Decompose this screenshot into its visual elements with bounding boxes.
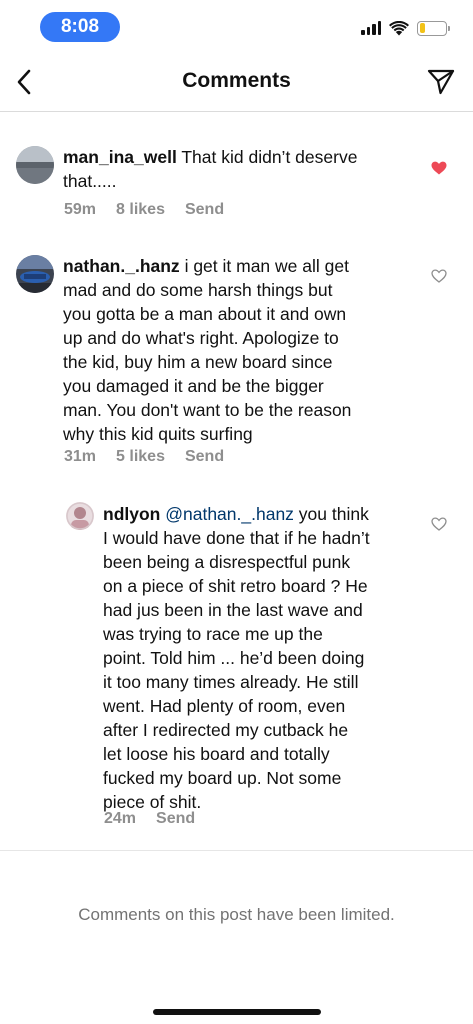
comment-item: man_ina_well That kid didn’t deserve tha…	[0, 112, 473, 232]
heart-outline-icon	[431, 517, 447, 531]
comment-body-line: went. Had plenty of room, even	[103, 696, 346, 716]
comment-meta: 59m 8 likes Send	[64, 201, 224, 219]
comment-body-line: fucked my board up. Not some	[103, 768, 342, 788]
send-button[interactable]: Send	[185, 201, 224, 219]
status-icons	[361, 18, 450, 38]
paper-plane-icon	[427, 69, 455, 95]
like-button[interactable]	[428, 265, 450, 287]
comment-body-line: I would have done that if he hadn’t	[103, 528, 370, 548]
comment-body-line: been being a disrespectful punk	[103, 552, 351, 572]
page-title: Comments	[182, 69, 291, 92]
send-button[interactable]: Send	[185, 448, 224, 466]
comment-body-line: man. You don't want to be the reason	[63, 400, 352, 420]
comment-body-line: was trying to race me up the	[103, 624, 323, 644]
comment-body-line: why this kid quits surfing	[63, 424, 253, 444]
comment-body-line: piece of shit.	[103, 792, 202, 812]
wifi-icon	[389, 20, 409, 35]
comment-body-line: let loose his board and totally	[103, 744, 330, 764]
comment-body-line: i get it man we all get	[184, 256, 349, 276]
comment-body-line: up and do what's right. Apologize to	[63, 328, 339, 348]
comment-body-line: on a piece of shit retro board ? He	[103, 576, 368, 596]
comment-body-line: mad and do some harsh things but	[63, 280, 333, 300]
comment-mention[interactable]: @nathan._.hanz	[165, 504, 294, 524]
comment-time: 59m	[64, 201, 97, 218]
avatar[interactable]	[16, 146, 54, 184]
comment-text: man_ina_well That kid didn’t deserve tha…	[63, 145, 423, 193]
comment-likes[interactable]: 5 likes	[116, 448, 165, 466]
comment-body-line: you think	[293, 504, 369, 524]
home-indicator[interactable]	[153, 1009, 321, 1015]
comment-item: nathan._.hanz i get it man we all get ma…	[0, 232, 473, 472]
comment-body-line: point. Told him ... he’d been doing	[103, 648, 365, 668]
avatar[interactable]	[16, 255, 54, 293]
reply-comment-item: ndlyon @nathan._.hanz you think I would …	[0, 472, 473, 848]
comment-meta: 31m 5 likes Send	[64, 448, 224, 466]
heart-filled-icon	[431, 161, 447, 175]
comment-username[interactable]: ndlyon	[103, 504, 160, 524]
comments-header: Comments	[0, 52, 473, 112]
comments-limited-note: Comments on this post have been limited.	[78, 905, 395, 924]
cellular-signal-icon	[361, 21, 381, 35]
like-button[interactable]	[428, 513, 450, 535]
comment-text: nathan._.hanz i get it man we all get ma…	[63, 254, 433, 446]
comment-body-line: you damaged it and be the bigger	[63, 376, 324, 396]
comment-body-line: had jus been in the last wave and	[103, 600, 363, 620]
comment-body-line: the kid, buy him a new board since	[63, 352, 333, 372]
comment-body-line: it too many times already. He still	[103, 672, 359, 692]
comment-likes[interactable]: 8 likes	[116, 201, 165, 219]
comment-meta: 24m Send	[104, 810, 195, 828]
heart-outline-icon	[431, 269, 447, 283]
like-button[interactable]	[428, 157, 450, 179]
comment-username[interactable]: man_ina_well	[63, 147, 177, 167]
send-button[interactable]: Send	[156, 810, 195, 828]
comment-body-line: that.....	[63, 171, 117, 191]
comment-body-line: you gotta be a man about it and own	[63, 304, 347, 324]
comment-text: ndlyon @nathan._.hanz you think I would …	[103, 502, 423, 814]
comment-time: 31m	[64, 448, 97, 465]
comment-time: 24m	[104, 810, 137, 827]
comment-body-line: That kid didn’t deserve	[181, 147, 358, 167]
divider	[0, 850, 473, 851]
status-bar: 8:08	[0, 0, 473, 52]
comment-username[interactable]: nathan._.hanz	[63, 256, 180, 276]
status-time: 8:08	[40, 12, 120, 42]
battery-icon	[417, 20, 450, 36]
comment-body-line: after I redirected my cutback he	[103, 720, 349, 740]
avatar[interactable]	[66, 502, 94, 530]
share-button[interactable]	[425, 66, 457, 98]
